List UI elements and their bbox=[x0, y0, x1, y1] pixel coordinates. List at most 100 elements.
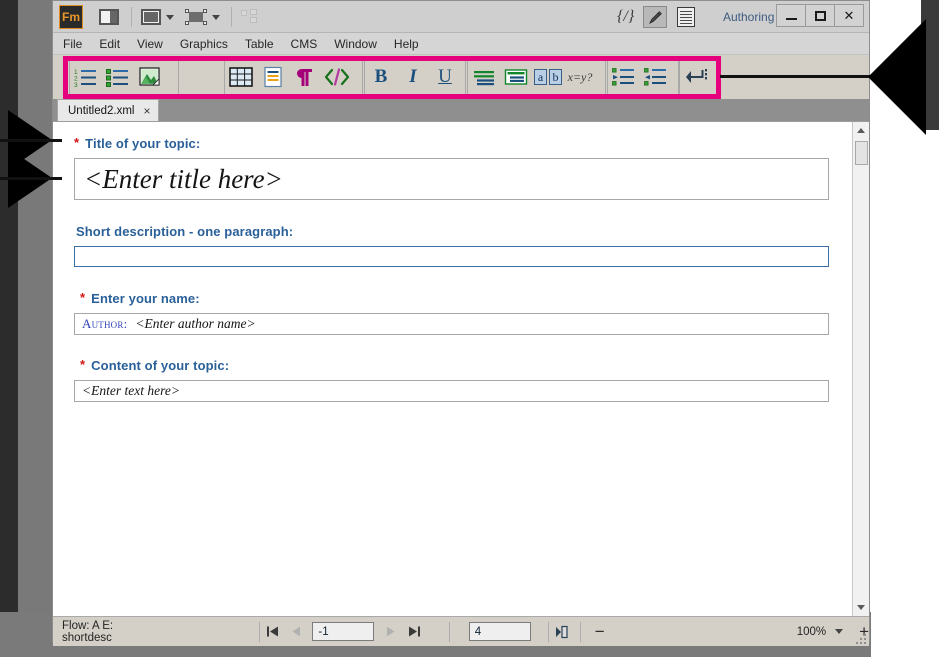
scroll-down-button[interactable] bbox=[853, 599, 869, 616]
toolbar-group-character: B I U bbox=[364, 59, 466, 95]
last-page-button[interactable] bbox=[403, 625, 427, 638]
titlebar-separator-1 bbox=[131, 7, 132, 27]
menu-graphics[interactable]: Graphics bbox=[180, 37, 228, 51]
numbered-list-icon: 1 2 3 bbox=[74, 67, 98, 87]
increase-indent-icon bbox=[612, 67, 636, 87]
screenshot-root: Fm bbox=[0, 0, 939, 657]
next-page-button[interactable] bbox=[378, 625, 402, 638]
previous-page-button[interactable] bbox=[284, 625, 308, 638]
callout-arrow-toolbar bbox=[868, 19, 926, 135]
insert-field-button[interactable] bbox=[500, 61, 532, 93]
author-view-toggle[interactable] bbox=[643, 6, 667, 28]
minimize-button[interactable] bbox=[776, 4, 806, 27]
structure-tree-icon bbox=[241, 9, 259, 25]
author-tag-label: Author: bbox=[82, 316, 127, 332]
vertical-scrollbar[interactable] bbox=[852, 122, 869, 616]
chevron-down-icon bbox=[857, 605, 865, 610]
menu-view[interactable]: View bbox=[137, 37, 163, 51]
show-hide-pods-button[interactable] bbox=[99, 7, 119, 27]
field-body: * Content of your topic: <Enter text her… bbox=[74, 358, 829, 402]
insert-image-button[interactable] bbox=[134, 61, 166, 93]
document-body[interactable]: * Title of your topic: <Enter title here… bbox=[53, 122, 851, 616]
page-number-input[interactable]: -1 bbox=[312, 622, 374, 641]
chevron-down-icon[interactable] bbox=[835, 629, 843, 634]
menu-file[interactable]: File bbox=[63, 37, 82, 51]
pilcrow-icon bbox=[295, 66, 315, 88]
paragraph-block-button[interactable] bbox=[257, 61, 289, 93]
menu-window[interactable]: Window bbox=[334, 37, 377, 51]
toolbar-group-objects: a b x=y? bbox=[467, 59, 606, 95]
underline-button[interactable]: U bbox=[429, 61, 461, 93]
required-marker: * bbox=[80, 358, 85, 371]
title-input[interactable]: <Enter title here> bbox=[74, 158, 829, 200]
document-tab-untitled2[interactable]: Untitled2.xml × bbox=[57, 99, 159, 121]
zoom-out-button[interactable]: − bbox=[595, 623, 605, 640]
toolbar-group-lists: 1 2 3 bbox=[69, 59, 179, 95]
variable-button[interactable]: a b bbox=[532, 61, 564, 93]
numbered-list-button[interactable]: 1 2 3 bbox=[70, 61, 102, 93]
equation-button[interactable]: x=y? bbox=[564, 61, 596, 93]
scrollbar-thumb[interactable] bbox=[855, 141, 868, 165]
underline-icon: U bbox=[438, 66, 452, 88]
show-paragraph-marks-button[interactable] bbox=[289, 61, 321, 93]
menu-cms[interactable]: CMS bbox=[291, 37, 318, 51]
field-shortdesc: Short description - one paragraph: bbox=[74, 224, 829, 267]
code-tag-icon bbox=[324, 67, 350, 87]
close-icon[interactable]: × bbox=[143, 104, 150, 118]
screen-mode-button[interactable] bbox=[185, 7, 220, 27]
scroll-up-button[interactable] bbox=[853, 122, 869, 139]
field-shortdesc-label-row: Short description - one paragraph: bbox=[74, 224, 829, 239]
code-view-toggle[interactable]: {/} bbox=[617, 8, 634, 26]
bold-button[interactable]: B bbox=[365, 61, 397, 93]
zoom-level-label: 100% bbox=[797, 626, 826, 638]
resize-grip[interactable] bbox=[854, 632, 866, 644]
shortdesc-input[interactable] bbox=[74, 246, 829, 267]
field-author-label: Enter your name: bbox=[91, 291, 200, 306]
object-count-input[interactable]: 4 bbox=[469, 622, 531, 641]
variable-b-icon: b bbox=[549, 69, 562, 85]
last-page-icon bbox=[408, 625, 421, 638]
previous-page-icon bbox=[291, 625, 302, 638]
workspace-selector[interactable]: Authoring bbox=[723, 10, 774, 24]
close-button[interactable]: ✕ bbox=[834, 4, 864, 27]
italic-button[interactable]: I bbox=[397, 61, 429, 93]
title-bar: Fm bbox=[53, 1, 869, 33]
window-controls: ✕ bbox=[777, 4, 864, 27]
field-author: * Enter your name: Author: <Enter author… bbox=[74, 291, 829, 335]
field-title-label-row: * Title of your topic: bbox=[74, 136, 829, 151]
maximize-button[interactable] bbox=[805, 4, 835, 27]
statusbar-separator-3 bbox=[548, 622, 549, 642]
first-page-button[interactable] bbox=[260, 625, 284, 638]
next-page-icon bbox=[385, 625, 396, 638]
statusbar-separator-4 bbox=[580, 622, 581, 642]
body-input[interactable]: <Enter text here> bbox=[74, 380, 829, 402]
field-body-label-row: * Content of your topic: bbox=[74, 358, 829, 373]
menu-edit[interactable]: Edit bbox=[99, 37, 120, 51]
insert-note-button[interactable] bbox=[468, 61, 500, 93]
goto-marker-icon bbox=[555, 625, 571, 639]
author-input-value: <Enter author name> bbox=[135, 316, 255, 332]
code-tag-button[interactable] bbox=[321, 61, 353, 93]
toolbar-group-break bbox=[679, 59, 719, 95]
menu-table[interactable]: Table bbox=[245, 37, 274, 51]
wysiwyg-view-toggle[interactable] bbox=[677, 7, 695, 27]
callout-leader-title-label bbox=[0, 139, 62, 142]
callout-leader-title-field bbox=[0, 177, 62, 180]
goto-marker-button[interactable] bbox=[551, 625, 575, 639]
field-shortdesc-label: Short description - one paragraph: bbox=[76, 224, 293, 239]
menu-help[interactable]: Help bbox=[394, 37, 419, 51]
structure-view-button[interactable] bbox=[241, 7, 259, 27]
required-marker: * bbox=[74, 136, 79, 149]
insert-table-button[interactable] bbox=[225, 61, 257, 93]
status-bar: Flow: A E: shortdesc -1 bbox=[53, 616, 869, 646]
insert-line-break-button[interactable] bbox=[680, 61, 712, 93]
increase-indent-button[interactable] bbox=[608, 61, 640, 93]
flow-status-text: Flow: A E: shortdesc bbox=[62, 620, 159, 644]
bulleted-list-button[interactable] bbox=[102, 61, 134, 93]
workspace-layout-button[interactable] bbox=[141, 7, 174, 27]
decrease-indent-button[interactable] bbox=[640, 61, 672, 93]
toolbar-group-indent bbox=[607, 59, 679, 95]
svg-text:3: 3 bbox=[74, 82, 78, 87]
insert-image-icon bbox=[139, 66, 161, 88]
author-input[interactable]: Author: <Enter author name> bbox=[74, 313, 829, 335]
